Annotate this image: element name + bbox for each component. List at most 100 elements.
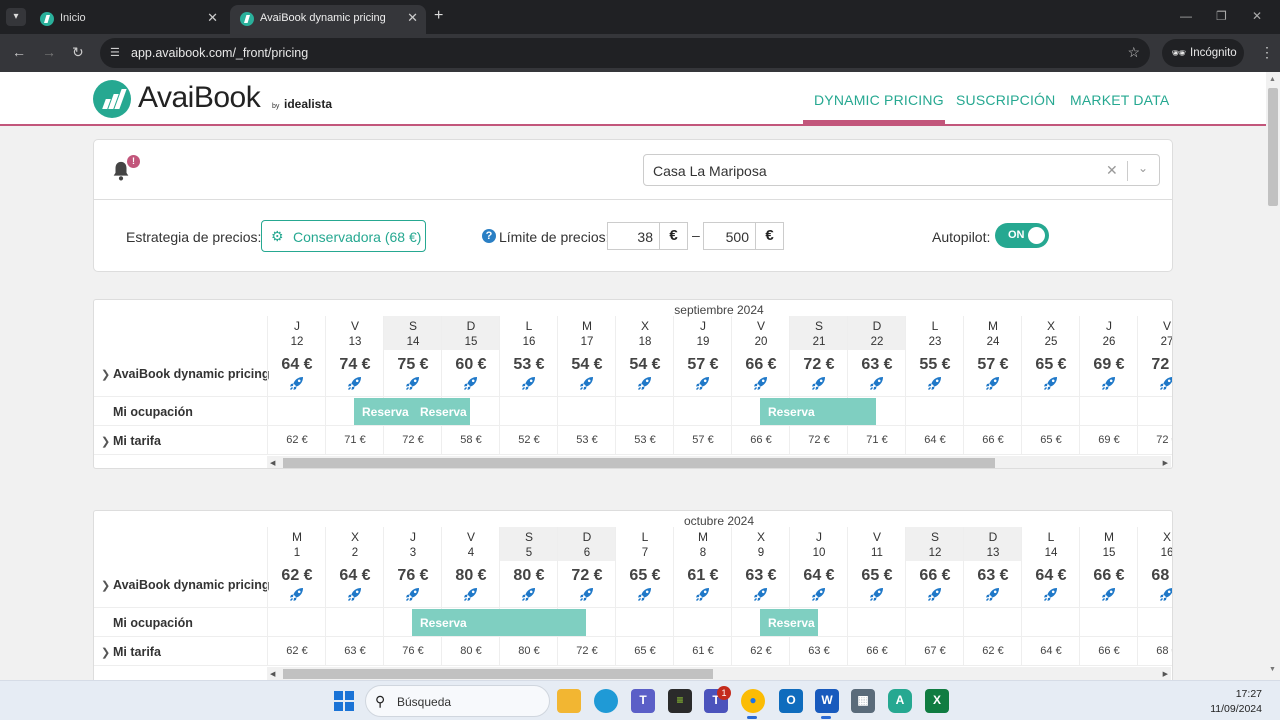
day-column[interactable]: J 12 64 € 62 € xyxy=(267,316,325,454)
dynamic-price[interactable]: 64 € xyxy=(1022,567,1080,585)
scroll-down-icon[interactable]: ▼ xyxy=(1269,666,1276,673)
reload-icon[interactable]: ↻ xyxy=(72,44,84,61)
dynamic-price[interactable]: 60 € xyxy=(442,356,500,374)
dynamic-price[interactable]: 65 € xyxy=(848,567,906,585)
day-column[interactable]: J 10 64 € 63 € xyxy=(789,527,847,665)
my-rate[interactable]: 52 € xyxy=(500,434,558,446)
dynamic-price[interactable]: 57 € xyxy=(674,356,732,374)
my-rate[interactable]: 53 € xyxy=(616,434,674,446)
day-column[interactable]: X 9 63 € 62 € xyxy=(731,527,789,665)
dynamic-price[interactable]: 64 € xyxy=(326,567,384,585)
site-info-icon[interactable]: ☰ xyxy=(110,46,122,59)
scrollbar-thumb[interactable] xyxy=(283,458,995,468)
dynamic-price[interactable]: 54 € xyxy=(616,356,674,374)
dynamic-price[interactable]: 65 € xyxy=(1022,356,1080,374)
min-price-input[interactable]: 38 xyxy=(607,222,660,250)
day-column[interactable]: S 12 66 € 67 € xyxy=(905,527,963,665)
my-rate[interactable]: 63 € xyxy=(326,645,384,657)
scroll-up-icon[interactable]: ▲ xyxy=(1269,76,1276,83)
day-column[interactable]: V 11 65 € 66 € xyxy=(847,527,905,665)
bookmark-star-icon[interactable]: ☆ xyxy=(1127,44,1140,61)
day-column[interactable]: D 6 72 € 72 € xyxy=(557,527,615,665)
dynamic-price[interactable]: 75 € xyxy=(384,356,442,374)
scroll-left-icon[interactable]: ◀ xyxy=(270,459,275,467)
avaibook-app-icon[interactable]: A xyxy=(888,689,912,713)
nav-dynamic-pricing[interactable]: DYNAMIC PRICING xyxy=(814,92,944,108)
tab-avaibook-dynamic-pricing[interactable]: AvaiBook dynamic pricing ✕ xyxy=(230,5,426,34)
day-column[interactable]: V 4 80 € 80 € xyxy=(441,527,499,665)
browser-menu-icon[interactable]: ⋮ xyxy=(1260,44,1274,61)
day-column[interactable]: L 7 65 € 65 € xyxy=(615,527,673,665)
avaibook-logo-icon[interactable] xyxy=(93,80,131,118)
dynamic-price[interactable]: 55 € xyxy=(906,356,964,374)
terminal-icon[interactable]: ≡ xyxy=(668,689,692,713)
chrome-icon[interactable]: ● xyxy=(741,689,765,713)
strategy-button[interactable]: ⚙ Conservadora (68 €) xyxy=(261,220,426,252)
dynamic-price[interactable]: 76 € xyxy=(384,567,442,585)
dynamic-price[interactable]: 65 € xyxy=(616,567,674,585)
excel-icon[interactable]: X xyxy=(925,689,949,713)
incognito-button[interactable]: 🕶 Incógnito xyxy=(1162,39,1244,67)
close-tab-icon[interactable]: ✕ xyxy=(207,10,218,26)
dynamic-price[interactable]: 80 € xyxy=(442,567,500,585)
my-rate[interactable]: 72 € xyxy=(1138,434,1172,446)
scroll-right-icon[interactable]: ▶ xyxy=(1163,670,1168,678)
scroll-right-icon[interactable]: ▶ xyxy=(1163,459,1168,467)
row-label-rate[interactable]: Mi tarifa xyxy=(113,434,161,448)
row-label-dynamic-pricing[interactable]: AvaiBook dynamic pricing xyxy=(113,367,270,381)
day-column[interactable]: M 8 61 € 61 € xyxy=(673,527,731,665)
day-column[interactable]: D 22 63 € 71 € xyxy=(847,316,905,454)
calculator-icon[interactable]: ▦ xyxy=(851,689,875,713)
word-icon[interactable]: W xyxy=(815,689,839,713)
day-column[interactable]: M 24 57 € 66 € xyxy=(963,316,1021,454)
dynamic-price[interactable]: 66 € xyxy=(906,567,964,585)
chevron-right-icon[interactable]: ❯ xyxy=(101,435,110,448)
day-column[interactable]: M 15 66 € 66 € xyxy=(1079,527,1137,665)
day-column[interactable]: D 15 60 € 58 € xyxy=(441,316,499,454)
chevron-down-icon[interactable]: ⌄ xyxy=(1138,161,1148,175)
new-tab-icon[interactable]: + xyxy=(434,7,443,25)
day-column[interactable]: V 20 66 € 66 € xyxy=(731,316,789,454)
day-column[interactable]: L 14 64 € 64 € xyxy=(1021,527,1079,665)
clear-selection-icon[interactable]: ✕ xyxy=(1106,162,1118,179)
nav-suscripcion[interactable]: SUSCRIPCIÓN xyxy=(956,92,1055,108)
dynamic-price[interactable]: 64 € xyxy=(790,567,848,585)
scroll-left-icon[interactable]: ◀ xyxy=(270,670,275,678)
dynamic-price[interactable]: 72 € xyxy=(558,567,616,585)
dynamic-price[interactable]: 63 € xyxy=(848,356,906,374)
my-rate[interactable]: 72 € xyxy=(790,434,848,446)
restore-icon[interactable]: ❐ xyxy=(1216,9,1227,23)
day-column[interactable]: S 21 72 € 72 € xyxy=(789,316,847,454)
close-window-icon[interactable]: ✕ xyxy=(1252,9,1262,23)
day-column[interactable]: X 18 54 € 53 € xyxy=(615,316,673,454)
dynamic-price[interactable]: 80 € xyxy=(500,567,558,585)
day-column[interactable]: X 16 68 € 68 € xyxy=(1137,527,1172,665)
dynamic-price[interactable]: 66 € xyxy=(732,356,790,374)
my-rate[interactable]: 68 € xyxy=(1138,645,1172,657)
day-column[interactable]: L 23 55 € 64 € xyxy=(905,316,963,454)
close-tab-icon[interactable]: ✕ xyxy=(407,10,418,26)
my-rate[interactable]: 71 € xyxy=(326,434,384,446)
windows-start-icon[interactable] xyxy=(334,691,354,711)
my-rate[interactable]: 58 € xyxy=(442,434,500,446)
taskbar-clock[interactable]: 17:27 11/09/2024 xyxy=(1202,687,1262,717)
dynamic-price[interactable]: 72 € xyxy=(1138,356,1172,374)
day-column[interactable]: S 5 80 € 80 € xyxy=(499,527,557,665)
chevron-right-icon[interactable]: ❯ xyxy=(101,646,110,659)
max-price-input[interactable]: 500 xyxy=(703,222,756,250)
day-column[interactable]: D 13 63 € 62 € xyxy=(963,527,1021,665)
my-rate[interactable]: 80 € xyxy=(442,645,500,657)
chevron-right-icon[interactable]: ❯ xyxy=(101,579,110,592)
reservation-bar[interactable]: Reserva xyxy=(354,398,412,425)
dynamic-price[interactable]: 63 € xyxy=(732,567,790,585)
my-rate[interactable]: 69 € xyxy=(1080,434,1138,446)
my-rate[interactable]: 62 € xyxy=(268,645,326,657)
day-column[interactable]: L 16 53 € 52 € xyxy=(499,316,557,454)
my-rate[interactable]: 71 € xyxy=(848,434,906,446)
day-column[interactable]: J 26 69 € 69 € xyxy=(1079,316,1137,454)
dynamic-price[interactable]: 54 € xyxy=(558,356,616,374)
my-rate[interactable]: 63 € xyxy=(790,645,848,657)
day-column[interactable]: M 17 54 € 53 € xyxy=(557,316,615,454)
my-rate[interactable]: 61 € xyxy=(674,645,732,657)
day-column[interactable]: V 13 74 € 71 € xyxy=(325,316,383,454)
